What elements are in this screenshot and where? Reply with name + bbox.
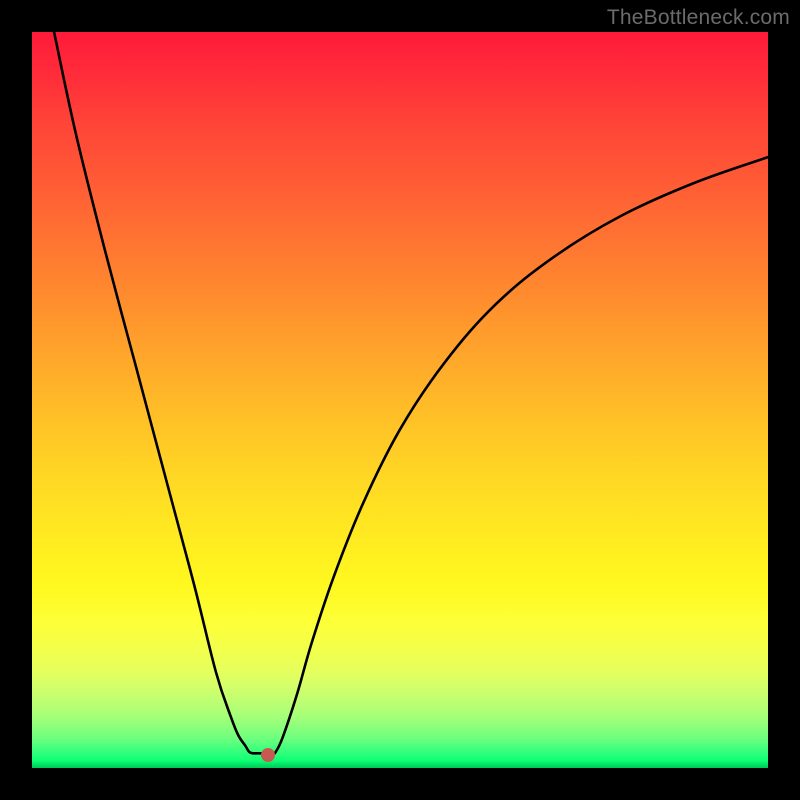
chart-frame: TheBottleneck.com — [0, 0, 800, 800]
plot-area — [32, 32, 768, 768]
bottleneck-curve — [32, 32, 768, 768]
watermark-text: TheBottleneck.com — [607, 6, 790, 30]
optimum-marker — [261, 748, 275, 762]
